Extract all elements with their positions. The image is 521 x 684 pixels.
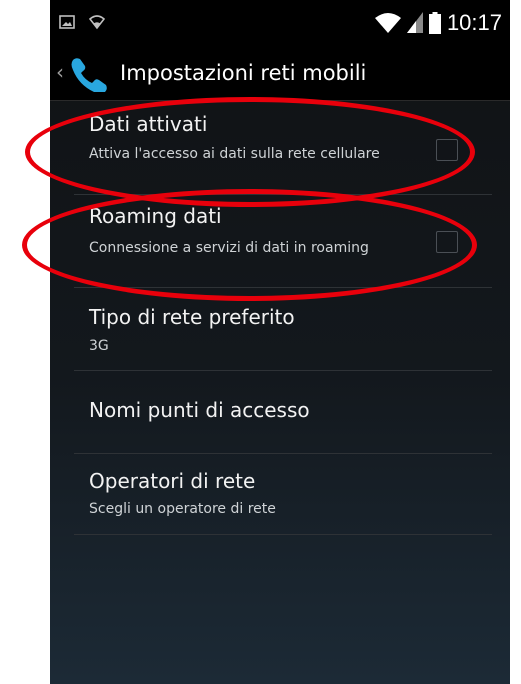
pref-data-roaming[interactable]: Roaming dati Connessione a servizi di da…: [74, 195, 492, 288]
pref-mobile-data[interactable]: Dati attivati Attiva l'accesso ai dati s…: [74, 103, 492, 195]
pref-summary: 3G: [89, 338, 109, 354]
phone-screen: 10:17 ‹ Impostazioni reti mobili Dati at…: [50, 0, 510, 684]
pref-title: Dati attivati: [89, 112, 208, 136]
pref-title: Nomi punti di accesso: [89, 398, 310, 422]
mobile-data-checkbox[interactable]: [436, 139, 458, 161]
pref-preferred-network-type[interactable]: Tipo di rete preferito 3G: [74, 288, 492, 371]
signal-icon: [406, 12, 423, 33]
pref-title: Operatori di rete: [89, 469, 256, 493]
status-clock: 10:17: [446, 10, 502, 35]
pref-title: Tipo di rete preferito: [89, 305, 295, 329]
pref-summary: Connessione a servizi di dati in roaming: [89, 240, 369, 256]
battery-icon: [428, 12, 441, 34]
status-bar: 10:17: [50, 0, 510, 46]
data-roaming-checkbox[interactable]: [436, 231, 458, 253]
pref-network-operators[interactable]: Operatori di rete Scegli un operatore di…: [74, 454, 492, 535]
page-title: Impostazioni reti mobili: [120, 61, 367, 85]
action-bar: ‹ Impostazioni reti mobili: [50, 46, 510, 101]
wifi-icon: [89, 15, 105, 30]
pref-access-point-names[interactable]: Nomi punti di accesso: [74, 371, 492, 454]
chevron-left-icon[interactable]: ‹: [56, 60, 64, 84]
pref-summary: Attiva l'accesso ai dati sulla rete cell…: [89, 146, 380, 162]
phone-icon[interactable]: [67, 54, 115, 92]
pref-summary: Scegli un operatore di rete: [89, 501, 276, 517]
pref-title: Roaming dati: [89, 204, 222, 228]
wifi-icon: [374, 13, 401, 33]
picture-icon: [59, 15, 75, 29]
